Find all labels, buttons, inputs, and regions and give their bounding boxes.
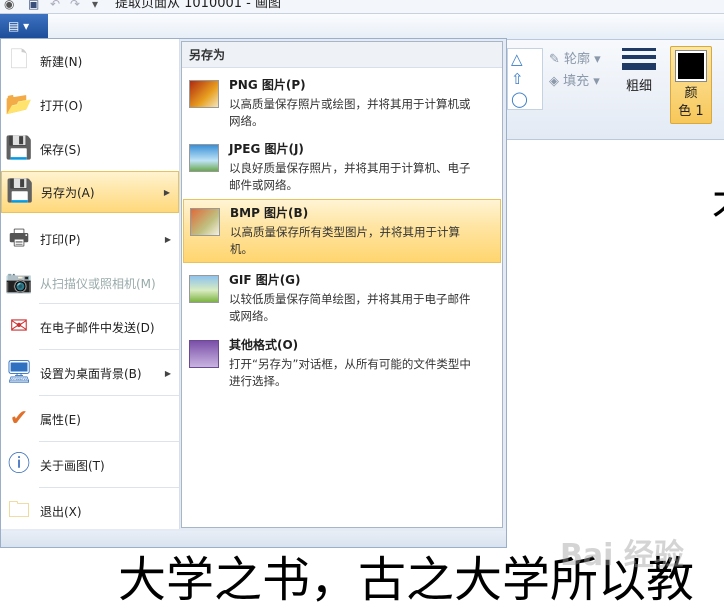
format-jpeg[interactable]: JPEG 图片(J) 以良好质量保存照片，并将其用于计算机、电子邮件或网络。 (183, 136, 501, 198)
window-title: 提取页面从 1010001 - 画图 (115, 0, 281, 11)
menu-item-exit[interactable]: 🗀 退出(X) (1, 489, 179, 533)
customize-quick-access-icon[interactable]: ▾ (92, 0, 98, 10)
app-menu-button[interactable]: ▤ ▾ (0, 14, 48, 38)
jpeg-image-icon (189, 144, 219, 172)
shapes-gallery[interactable]: △ ⇧ ◯ (507, 48, 543, 110)
submenu-arrow-icon: ▶ (163, 187, 170, 197)
watermark: Bai 经验 (560, 538, 684, 573)
menu-item-new[interactable]: 🗋 新建(N) (1, 39, 179, 83)
email-icon: ✉ (9, 314, 29, 339)
separator (39, 395, 179, 396)
separator (39, 349, 179, 350)
arrow-shape-icon[interactable]: ⇧ (511, 69, 542, 89)
fill-button[interactable]: ◈ 填充 ▾ (549, 70, 600, 89)
menu-item-email[interactable]: ✉ 在电子邮件中发送(D) (1, 305, 179, 349)
desktop-icon: 🖥 (5, 360, 33, 385)
separator (39, 441, 179, 442)
undo-icon[interactable]: ↶ (50, 0, 60, 10)
menu-item-save-as[interactable]: 💾 另存为(A) ▶ (1, 171, 179, 213)
new-document-icon: 🗋 (10, 48, 28, 73)
save-as-icon: 💾 (6, 179, 34, 204)
exit-icon: 🗀 (7, 498, 30, 523)
menu-item-desktop-background[interactable]: 🖥 设置为桌面背景(B) ▶ (1, 351, 179, 395)
info-icon: ⓘ (7, 452, 30, 477)
canvas-partial-text: 才 (712, 172, 724, 230)
save-icon: 💾 (5, 136, 33, 161)
bmp-image-icon (190, 208, 220, 236)
color1-button[interactable]: 颜 色 1 (670, 46, 712, 124)
menu-item-scanner: 📷 从扫描仪或照相机(M) (1, 261, 179, 305)
title-bar: ◉ ▣ ↶ ↷ ▾ 提取页面从 1010001 - 画图 (0, 0, 724, 14)
open-folder-icon: 📂 (5, 92, 33, 117)
app-menu: 🗋 新建(N) 📂 打开(O) 💾 保存(S) 💾 另存为(A) ▶ 🖶 打印(P) ▶ 📷 从… (0, 38, 507, 548)
menu-footer (1, 531, 506, 547)
menu-item-properties[interactable]: ✔ 属性(E) (1, 397, 179, 441)
submenu-arrow-icon: ▶ (164, 234, 171, 244)
save-as-submenu: 另存为 PNG 图片(P) 以高质量保存照片或绘图，并将其用于计算机或网络。 J… (181, 41, 503, 528)
app-menu-commands: 🗋 新建(N) 📂 打开(O) 💾 保存(S) 💾 另存为(A) ▶ 🖶 打印(P) ▶ 📷 从… (1, 39, 180, 529)
ribbon: △ ⇧ ◯ ✎ 轮廓 ▾ ◈ 填充 ▾ 粗细 颜 色 1 (507, 40, 724, 140)
paint-app-icon: ◉ (4, 0, 15, 11)
outline-button[interactable]: ✎ 轮廓 ▾ (549, 48, 601, 67)
format-png[interactable]: PNG 图片(P) 以高质量保存照片或绘图，并将其用于计算机或网络。 (183, 72, 501, 134)
checkmark-icon: ✔ (9, 406, 29, 431)
menu-item-print[interactable]: 🖶 打印(P) ▶ (1, 217, 179, 261)
menu-item-open[interactable]: 📂 打开(O) (1, 83, 179, 127)
png-image-icon (189, 80, 219, 108)
format-bmp[interactable]: BMP 图片(B) 以高质量保存所有类型图片，并将其用于计算机。 (183, 199, 501, 263)
menu-item-about[interactable]: ⓘ 关于画图(T) (1, 443, 179, 487)
printer-icon: 🖶 (8, 226, 30, 251)
scanner-icon: 📷 (5, 270, 33, 295)
format-other[interactable]: 其他格式(O) 打开“另存为”对话框，从所有可能的文件类型中进行选择。 (183, 332, 501, 394)
redo-icon[interactable]: ↷ (70, 0, 80, 10)
other-formats-icon (189, 340, 219, 368)
callout-shape-icon[interactable]: ◯ (511, 89, 542, 109)
color1-swatch (675, 50, 707, 82)
triangle-shape-icon[interactable]: △ (511, 49, 542, 69)
gif-image-icon (189, 275, 219, 303)
ribbon-tab-bar (0, 14, 724, 40)
submenu-title: 另存为 (182, 42, 502, 68)
separator (39, 487, 179, 488)
submenu-arrow-icon: ▶ (164, 368, 171, 378)
quick-save-icon[interactable]: ▣ (28, 0, 39, 10)
menu-item-save[interactable]: 💾 保存(S) (1, 127, 179, 171)
format-gif[interactable]: GIF 图片(G) 以较低质量保存简单绘图，并将其用于电子邮件或网络。 (183, 267, 501, 329)
separator (39, 303, 179, 304)
thickness-button[interactable]: 粗细 (622, 48, 656, 100)
